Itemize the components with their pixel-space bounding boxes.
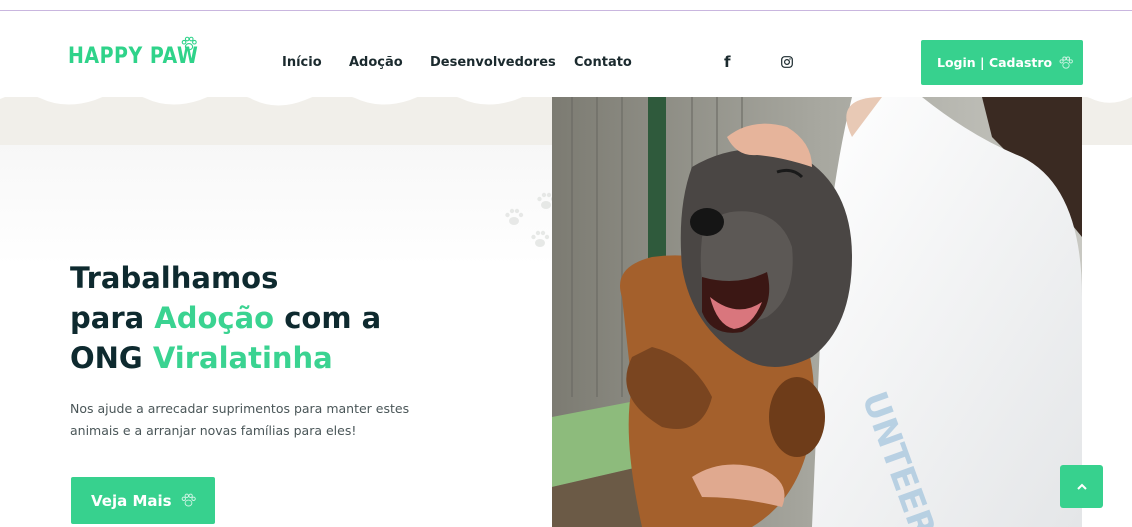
scroll-to-top-button[interactable] xyxy=(1060,465,1103,508)
veja-mais-button[interactable]: Veja Mais xyxy=(71,477,215,524)
hero-photo: UNTEER xyxy=(552,97,1082,527)
hero-title: Trabalhamos para Adoção com a ONG Virala… xyxy=(70,258,490,378)
nav-contato[interactable]: Contato xyxy=(574,55,632,70)
hero-title-line3-pre: ONG xyxy=(70,341,153,375)
hero-title-accent-adocao: Adoção xyxy=(154,301,275,335)
hero-soft-background xyxy=(0,145,560,265)
nav-adocao[interactable]: Adoção xyxy=(349,55,403,70)
nav-desenvolvedores[interactable]: Desenvolvedores xyxy=(430,55,556,70)
hero-title-accent-viralatinha: Viralatinha xyxy=(152,341,333,375)
paw-icon xyxy=(1059,56,1073,69)
paw-icon xyxy=(181,36,197,51)
facebook-icon[interactable]: f xyxy=(724,53,734,71)
site-header: HAPPY PAW Início Adoção Desenvolvedores … xyxy=(0,11,1132,97)
hero-title-line2-pre: para xyxy=(70,301,155,335)
veja-mais-label: Veja Mais xyxy=(91,491,172,510)
hero-description: Nos ajude a arrecadar suprimentos para m… xyxy=(70,401,410,438)
login-register-button[interactable]: Login | Cadastro xyxy=(921,40,1083,85)
nav-inicio[interactable]: Início xyxy=(282,55,322,70)
hero-title-line1: Trabalhamos xyxy=(70,261,279,295)
paw-icon xyxy=(181,493,196,507)
logo[interactable]: HAPPY PAW xyxy=(68,43,198,68)
login-register-label: Login | Cadastro xyxy=(937,55,1053,70)
hero-title-line2-post: com a xyxy=(274,301,382,335)
instagram-icon[interactable] xyxy=(781,56,793,68)
chevron-up-icon xyxy=(1076,483,1087,490)
